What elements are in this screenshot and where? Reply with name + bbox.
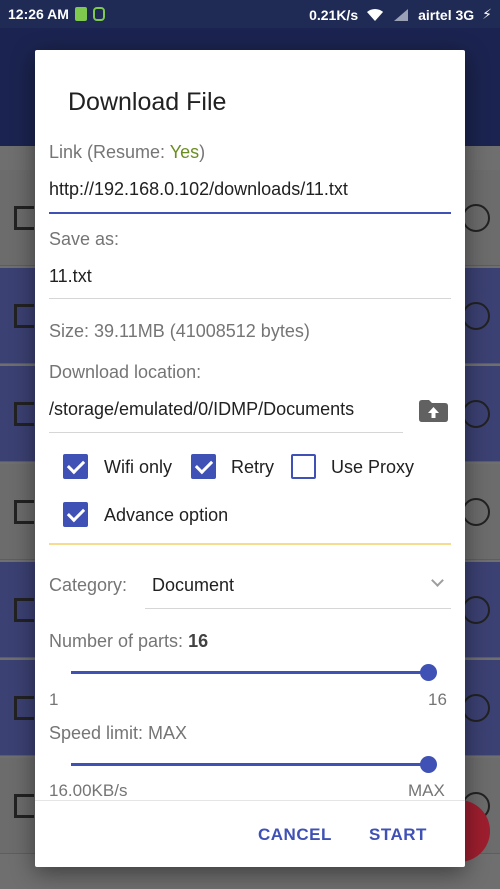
parts-max-label: 16 bbox=[428, 690, 447, 709]
status-left: 12:26 AM bbox=[8, 6, 105, 22]
speed-limit-label: Speed limit: MAX bbox=[49, 723, 188, 743]
location-input[interactable]: /storage/emulated/0/IDMP/Documents bbox=[49, 399, 354, 420]
save-as-underline bbox=[49, 298, 451, 299]
parts-label: Number of parts: 16 bbox=[49, 631, 208, 652]
file-icon bbox=[14, 206, 34, 230]
play-icon bbox=[462, 498, 490, 526]
use-proxy-label: Use Proxy bbox=[331, 457, 415, 477]
location-label: Download location: bbox=[49, 362, 202, 382]
save-as-label: Save as: bbox=[49, 229, 120, 249]
android-icon bbox=[92, 7, 105, 21]
category-underline bbox=[145, 608, 451, 609]
parts-slider-thumb[interactable] bbox=[420, 664, 437, 681]
advance-option-label: Advance option bbox=[104, 505, 229, 525]
category-label: Category: bbox=[49, 575, 128, 595]
dialog-footer-divider bbox=[35, 800, 465, 801]
link-label-suffix: ) bbox=[199, 142, 206, 162]
parts-label-text: Number of parts: bbox=[49, 631, 189, 651]
use-proxy-checkbox[interactable] bbox=[291, 454, 316, 479]
start-button[interactable]: START bbox=[369, 825, 427, 845]
speed-slider-track[interactable] bbox=[71, 763, 429, 766]
wifi-only-checkbox[interactable] bbox=[63, 454, 88, 479]
play-icon bbox=[462, 204, 490, 232]
cancel-button[interactable]: CANCEL bbox=[258, 825, 332, 845]
save-as-input[interactable]: 11.txt bbox=[49, 266, 92, 287]
file-icon bbox=[14, 696, 34, 720]
resume-status: Yes bbox=[169, 142, 200, 162]
parts-min-label: 1 bbox=[49, 690, 59, 709]
status-time: 12:26 AM bbox=[8, 6, 69, 22]
retry-checkbox[interactable] bbox=[191, 454, 216, 479]
speed-slider-thumb[interactable] bbox=[420, 756, 437, 773]
charging-icon: ⚡ bbox=[482, 6, 492, 22]
link-input[interactable]: http://192.168.0.102/downloads/11.txt bbox=[49, 179, 348, 200]
dialog-title: Download File bbox=[68, 88, 227, 116]
play-icon bbox=[462, 596, 490, 624]
chevron-down-icon[interactable] bbox=[431, 574, 444, 587]
file-icon bbox=[14, 402, 34, 426]
folder-upload-icon[interactable] bbox=[419, 400, 448, 422]
net-speed: 0.21K/s bbox=[309, 6, 359, 23]
parts-slider-track[interactable] bbox=[71, 671, 429, 674]
speed-min-label: 16.00KB/s bbox=[49, 781, 128, 800]
signal-icon bbox=[394, 8, 409, 21]
wifi-icon bbox=[367, 8, 384, 21]
app-notification-icon bbox=[74, 7, 87, 21]
file-icon bbox=[14, 304, 34, 328]
advance-option-checkbox[interactable] bbox=[63, 502, 88, 527]
status-bar: 12:26 AM 0.21K/s airtel 3G ⚡ bbox=[0, 0, 500, 28]
file-icon bbox=[14, 794, 34, 818]
advance-divider bbox=[49, 543, 451, 545]
link-label: Link (Resume: Yes) bbox=[49, 142, 205, 163]
location-underline bbox=[49, 432, 403, 433]
file-icon bbox=[14, 598, 34, 622]
link-input-underline bbox=[49, 212, 451, 214]
link-label-prefix: Link (Resume: bbox=[49, 142, 170, 162]
status-right: 0.21K/s airtel 3G ⚡ bbox=[309, 6, 492, 23]
file-icon bbox=[14, 500, 34, 524]
play-icon bbox=[462, 694, 490, 722]
download-file-dialog: Download File Link (Resume: Yes) http://… bbox=[35, 50, 465, 867]
size-text: Size: 39.11MB (41008512 bytes) bbox=[49, 321, 310, 341]
carrier-name: airtel 3G bbox=[418, 6, 475, 23]
speed-max-label: MAX bbox=[408, 781, 445, 800]
play-icon bbox=[462, 302, 490, 330]
category-select[interactable]: Document bbox=[152, 575, 234, 596]
parts-value: 16 bbox=[188, 631, 209, 651]
retry-label: Retry bbox=[231, 457, 275, 477]
wifi-only-label: Wifi only bbox=[104, 457, 173, 477]
play-icon bbox=[462, 400, 490, 428]
